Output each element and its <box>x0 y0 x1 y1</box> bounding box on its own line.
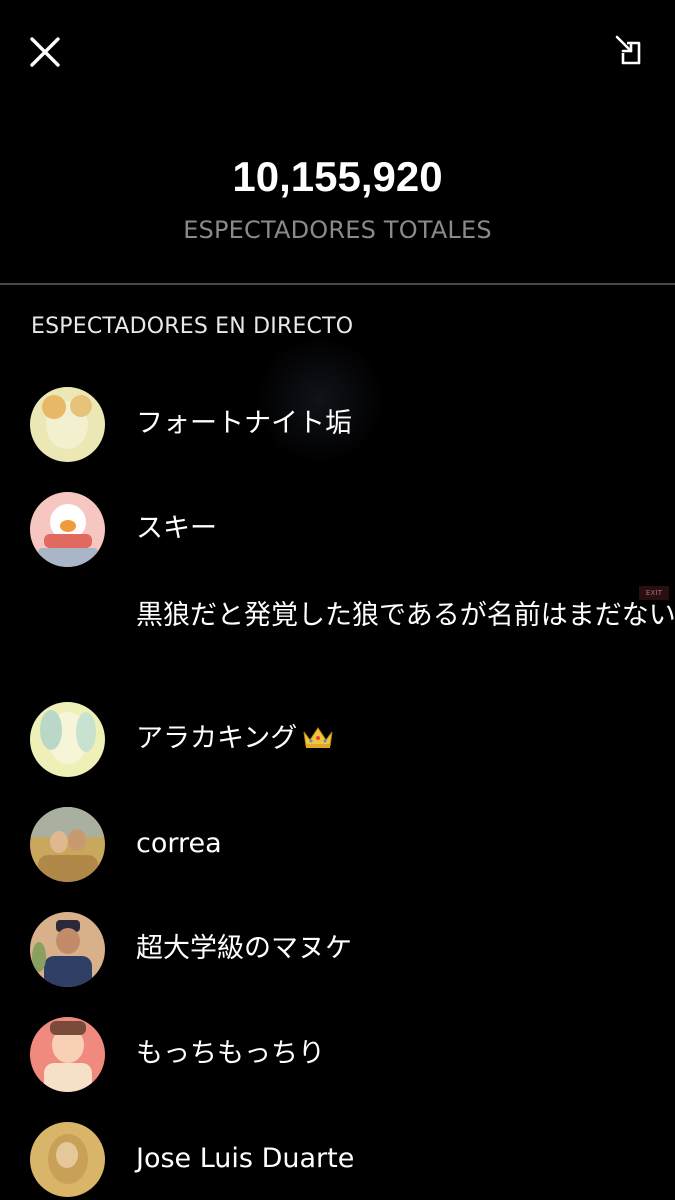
viewer-name: 超大学級のマヌケ <box>136 933 352 964</box>
viewer-name: もっちもっちり <box>136 1038 325 1069</box>
viewer-name: スキー <box>136 513 217 544</box>
close-icon <box>30 37 60 67</box>
avatar <box>30 387 105 462</box>
viewer-list-item[interactable]: アラカキング <box>0 702 675 777</box>
minimize-button[interactable] <box>606 28 650 72</box>
viewer-name: 黒狼だと発覚した狼であるが名前はまだない <box>136 600 675 631</box>
viewer-list-item[interactable]: フォートナイト垢 <box>0 387 675 462</box>
avatar <box>30 492 105 567</box>
viewer-list-item[interactable]: correa <box>0 807 675 882</box>
viewer-name-row: アラカキング <box>136 722 335 756</box>
viewer-list-item[interactable]: スキー <box>0 492 675 567</box>
close-button[interactable] <box>23 30 67 74</box>
viewer-name: Jose Luis Duarte <box>136 1143 355 1174</box>
avatar <box>30 1017 105 1092</box>
total-viewers-label: ESPECTADORES TOTALES <box>183 216 492 244</box>
viewer-list-item[interactable]: 黒狼だと発覚した狼であるが名前はまだない <box>0 597 675 672</box>
viewer-name: フォートナイト垢 <box>136 408 352 439</box>
viewer-list-item[interactable]: 超大学級のマヌケ <box>0 912 675 987</box>
avatar <box>30 807 105 882</box>
viewer-name: アラカキング <box>136 723 298 754</box>
live-viewers-title: ESPECTADORES EN DIRECTO <box>31 314 354 339</box>
crown-icon <box>303 726 333 748</box>
viewer-name: correa <box>136 828 222 859</box>
avatar <box>30 1122 105 1197</box>
viewer-list-item[interactable]: もっちもっちり <box>0 1017 675 1092</box>
total-viewers-count: 10,155,920 <box>232 153 443 200</box>
avatar <box>30 912 105 987</box>
minimize-icon <box>615 35 641 65</box>
viewer-list-item[interactable]: Jose Luis Duarte <box>0 1122 675 1197</box>
divider <box>0 283 675 285</box>
avatar <box>30 702 105 777</box>
